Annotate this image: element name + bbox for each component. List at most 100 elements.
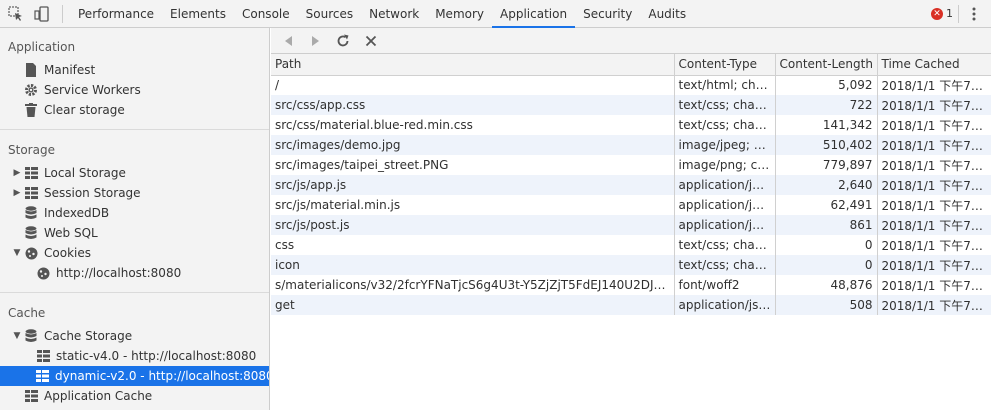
cell-content-type: text/css; charse… [674,95,776,115]
expand-arrow-icon[interactable]: ▶ [12,188,22,198]
table-row[interactable]: css text/css; charse… 0 2018/1/1 下午7… [271,235,991,255]
tab-elements[interactable]: Elements [162,0,234,28]
sidebar-item-manifest[interactable]: Manifest [0,60,269,80]
tab-application[interactable]: Application [492,0,576,28]
cell-content-type: application/jav… [674,175,776,195]
cell-content-length: 5,092 [775,75,878,95]
sidebar-item-clear-storage[interactable]: Clear storage [0,100,269,120]
sidebar-item-cache-dynamic[interactable]: dynamic-v2.0 - http://localhost:8080 [0,366,269,386]
sidebar-item-label: Web SQL [44,226,98,240]
sidebar-item-label: Service Workers [44,83,141,97]
cell-content-length: 508 [775,295,878,315]
sidebar-item-session-storage[interactable]: ▶ Session Storage [0,183,269,203]
column-header-content-length[interactable]: Content-Length [775,54,878,76]
sidebar-item-cache-storage[interactable]: ▼ Cache Storage [0,326,269,346]
column-header-path[interactable]: Path [271,54,675,76]
tab-memory[interactable]: Memory [427,0,492,28]
tab-audits[interactable]: Audits [640,0,694,28]
table-row[interactable]: src/images/taipei_street.PNG image/png; c… [271,155,991,175]
forward-button[interactable] [306,32,324,50]
cell-content-type: font/woff2 [674,275,776,295]
cell-time-cached: 2018/1/1 下午7… [877,235,991,255]
tab-console[interactable]: Console [234,0,298,28]
sidebar-item-label: Session Storage [44,186,141,200]
cell-path: css [271,235,675,255]
cell-content-length: 510,402 [775,135,878,155]
sidebar-item-cookies[interactable]: ▼ Cookies [0,243,269,263]
table-row[interactable]: src/css/app.css text/css; charse… 722 2018/… [271,95,991,115]
toolbar-divider [958,5,959,23]
sidebar-item-local-storage[interactable]: ▶ Local Storage [0,163,269,183]
section-title-storage: Storage [8,143,55,157]
section-title-cache: Cache [8,306,46,320]
delete-button[interactable] [362,32,380,50]
table-row[interactable]: get application/json 508 2018/1/1 下午7… [271,295,991,315]
sidebar-item-label: Clear storage [44,103,125,117]
database-icon [24,329,38,343]
sidebar-item-indexeddb[interactable]: IndexedDB [0,203,269,223]
error-count: 1 [946,7,953,20]
sidebar-item-label: http://localhost:8080 [56,266,182,280]
table-row[interactable]: icon text/css; charse… 0 2018/1/1 下午7… [271,255,991,275]
column-header-time-cached[interactable]: Time Cached [877,54,991,76]
cell-content-type: application/json [674,295,776,315]
cell-path: src/js/material.min.js [271,195,675,215]
cell-content-type: image/jpeg; ch… [674,135,776,155]
refresh-icon [337,34,349,47]
tab-sources[interactable]: Sources [298,0,361,28]
sidebar-item-cookie-origin[interactable]: http://localhost:8080 [0,263,269,283]
table-icon [24,389,38,403]
cell-content-type: image/png; cha… [674,155,776,175]
cell-time-cached: 2018/1/1 下午7… [877,295,991,315]
sidebar-item-label: Cookies [44,246,91,260]
back-button[interactable] [280,32,298,50]
cell-content-length: 722 [775,95,878,115]
table-row[interactable]: src/js/post.js application/jav… 861 2018/1/… [271,215,991,235]
panel-tabs: Performance Elements Console Sources Net… [70,0,694,28]
cell-time-cached: 2018/1/1 下午7… [877,155,991,175]
database-icon [24,206,38,220]
device-toolbar-icon[interactable] [34,6,50,22]
tab-performance[interactable]: Performance [70,0,162,28]
inspect-element-icon[interactable] [8,6,24,22]
error-counter[interactable]: ✕ 1 [931,7,953,20]
cache-toolbar [271,28,991,54]
cell-path: src/css/material.blue-red.min.css [271,115,675,135]
cell-path: src/images/taipei_street.PNG [271,155,675,175]
cell-time-cached: 2018/1/1 下午7… [877,175,991,195]
tab-network[interactable]: Network [361,0,427,28]
table-row[interactable]: src/css/material.blue-red.min.css text/cs… [271,115,991,135]
table-icon [24,166,38,180]
gear-icon [24,83,38,97]
table-icon [24,186,38,200]
cookie-icon [24,246,38,260]
sidebar-item-label: Application Cache [44,389,153,403]
table-row[interactable]: /text/html; chars…5,0922018/1/1 下午7… [271,75,991,95]
table-row[interactable]: src/js/app.js application/jav… 2,640 2018/1… [271,175,991,195]
cell-path: src/images/demo.jpg [271,135,675,155]
document-icon [24,63,38,77]
sidebar-item-cache-static[interactable]: static-v4.0 - http://localhost:8080 [0,346,269,366]
column-header-content-type[interactable]: Content-Type [674,54,776,76]
sidebar-item-web-sql[interactable]: Web SQL [0,223,269,243]
trash-icon [24,103,38,117]
cookie-icon [36,266,50,280]
cache-view: Path Content-Type Content-Length Time Ca… [271,28,991,410]
cell-time-cached: 2018/1/1 下午7… [877,215,991,235]
tab-security[interactable]: Security [575,0,640,28]
section-title-application: Application [8,40,76,54]
cell-path: src/js/post.js [271,215,675,235]
refresh-button[interactable] [334,32,352,50]
sidebar-item-application-cache[interactable]: Application Cache [0,386,269,406]
more-options-icon[interactable] [970,6,978,22]
expand-arrow-icon[interactable]: ▶ [12,168,22,178]
table-row[interactable]: src/images/demo.jpg image/jpeg; ch… 510,40… [271,135,991,155]
sidebar-item-service-workers[interactable]: Service Workers [0,80,269,100]
cache-entries-table: Path Content-Type Content-Length Time Ca… [271,54,991,315]
table-row[interactable]: src/js/material.min.js application/jav… 62… [271,195,991,215]
collapse-arrow-icon[interactable]: ▼ [12,331,22,341]
table-icon [36,349,50,363]
toolbar-divider [62,5,63,23]
table-row[interactable]: s/materialicons/v32/2fcrYFNaTjcS6g4U3t-Y… [271,275,991,295]
collapse-arrow-icon[interactable]: ▼ [12,248,22,258]
